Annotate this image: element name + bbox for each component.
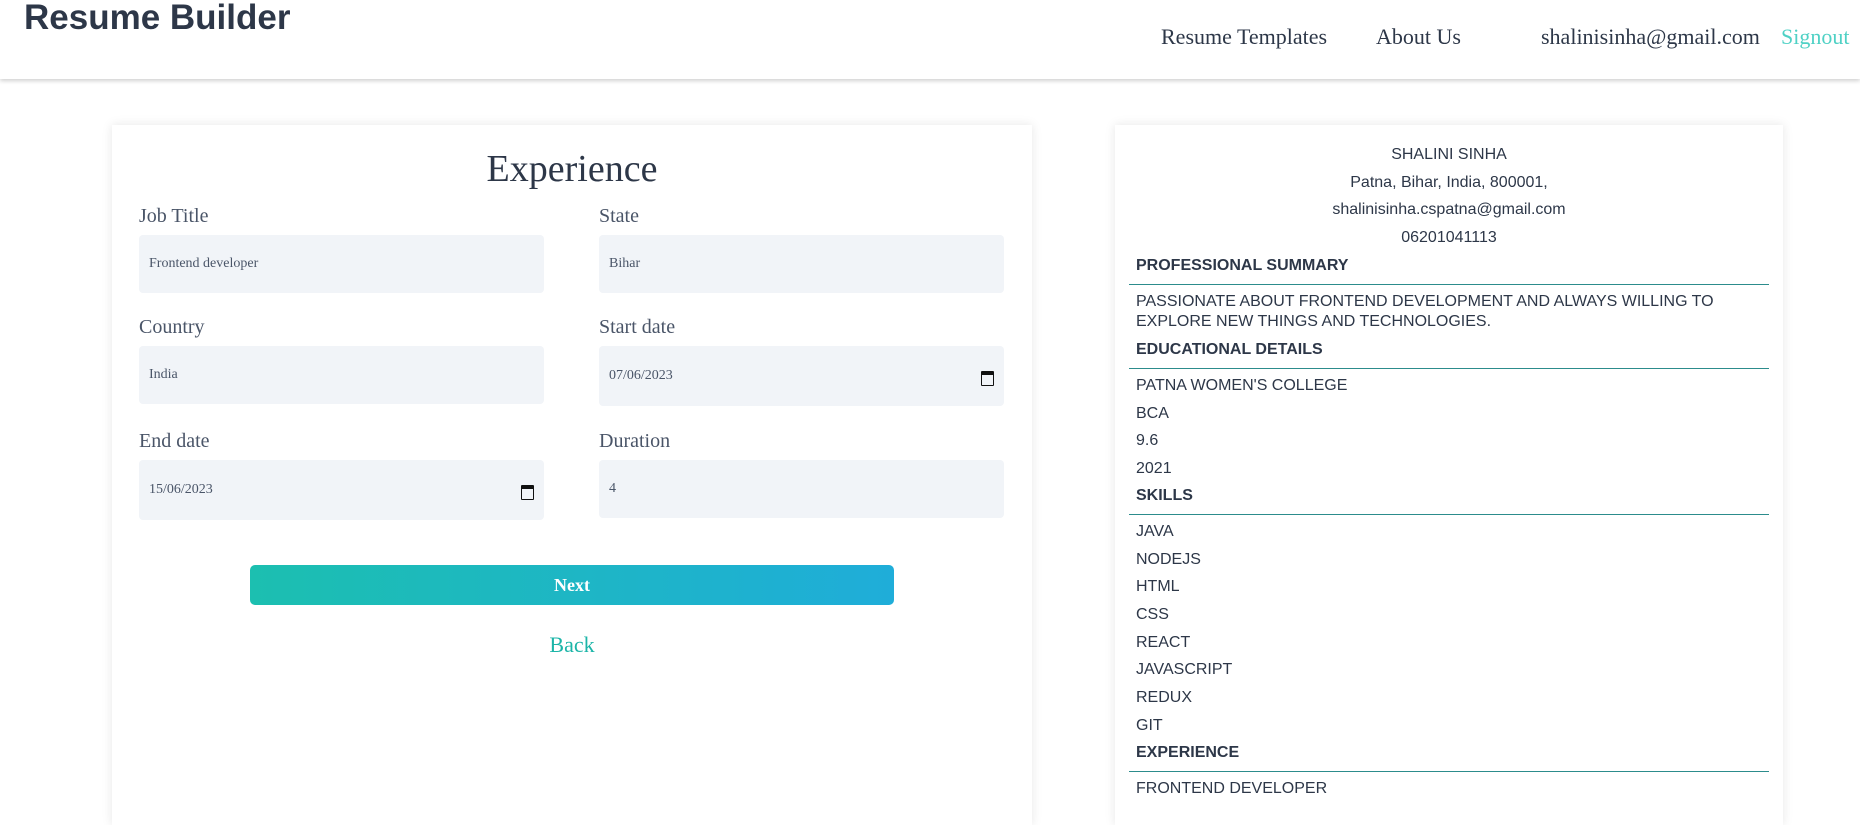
experience-item: FRONTEND DEVELOPER xyxy=(1136,780,1328,797)
skill-item: NODEJS xyxy=(1136,551,1201,568)
preview-phone: 06201041113 xyxy=(1401,229,1497,246)
job-title-label: Job Title xyxy=(139,205,209,227)
skill-item: JAVA xyxy=(1136,523,1174,540)
section-divider xyxy=(1129,514,1769,515)
user-email[interactable]: shalinisinha@gmail.com xyxy=(1541,22,1760,52)
start-date-input[interactable]: 07/06/2023 xyxy=(599,346,1004,406)
preview-email: shalinisinha.cspatna@gmail.com xyxy=(1332,201,1566,218)
country-value: India xyxy=(149,367,178,382)
section-divider xyxy=(1129,771,1769,772)
start-date-label: Start date xyxy=(599,316,676,338)
brand-title[interactable]: Resume Builder xyxy=(24,0,290,38)
nav-resume-templates[interactable]: Resume Templates xyxy=(1161,22,1327,52)
skill-item: REACT xyxy=(1136,634,1191,651)
duration-input[interactable]: 4 xyxy=(599,460,1004,518)
signout-link[interactable]: Signout xyxy=(1781,22,1849,52)
education-item: 9.6 xyxy=(1136,432,1159,449)
summary-heading: PROFESSIONAL SUMMARY xyxy=(1136,257,1349,274)
state-label: State xyxy=(599,205,639,227)
country-label: Country xyxy=(139,316,205,338)
summary-text: PASSIONATE ABOUT FRONTEND DEVELOPMENT AN… xyxy=(1136,293,1714,330)
skill-item: HTML xyxy=(1136,578,1180,595)
state-input[interactable]: Bihar xyxy=(599,235,1004,293)
end-date-input[interactable]: 15/06/2023 xyxy=(139,460,544,520)
job-title-value: Frontend developer xyxy=(149,256,259,271)
section-divider xyxy=(1129,368,1769,369)
experience-heading: EXPERIENCE xyxy=(1136,744,1240,761)
section-divider xyxy=(1129,284,1769,285)
back-link[interactable]: Back xyxy=(112,632,1032,658)
end-date-label: End date xyxy=(139,430,210,452)
education-heading: EDUCATIONAL DETAILS xyxy=(1136,341,1323,358)
next-button[interactable]: Next xyxy=(250,565,894,605)
education-item: BCA xyxy=(1136,405,1169,422)
preview-address: Patna, Bihar, India, 800001, xyxy=(1350,174,1548,191)
calendar-icon[interactable] xyxy=(980,369,994,386)
experience-form-card: Experience Job Title Frontend developer … xyxy=(112,125,1032,825)
end-date-value: 15/06/2023 xyxy=(149,482,213,497)
calendar-icon[interactable] xyxy=(520,483,534,500)
duration-value: 4 xyxy=(609,481,616,496)
resume-preview-card: SHALINI SINHA Patna, Bihar, India, 80000… xyxy=(1115,125,1783,825)
skill-item: JAVASCRIPT xyxy=(1136,661,1233,678)
country-input[interactable]: India xyxy=(139,346,544,404)
skill-item: GIT xyxy=(1136,717,1163,734)
skill-item: CSS xyxy=(1136,606,1169,623)
start-date-value: 07/06/2023 xyxy=(609,368,673,383)
duration-label: Duration xyxy=(599,430,671,452)
form-title: Experience xyxy=(486,148,658,190)
state-value: Bihar xyxy=(609,256,641,271)
skill-item: REDUX xyxy=(1136,689,1193,706)
top-navbar: Resume Builder Resume Templates About Us… xyxy=(0,0,1860,79)
preview-name: SHALINI SINHA xyxy=(1391,146,1507,163)
skills-heading: SKILLS xyxy=(1136,487,1193,504)
education-item: 2021 xyxy=(1136,460,1172,477)
nav-about-us[interactable]: About Us xyxy=(1376,22,1461,52)
education-item: PATNA WOMEN'S COLLEGE xyxy=(1136,377,1348,394)
job-title-input[interactable]: Frontend developer xyxy=(139,235,544,293)
